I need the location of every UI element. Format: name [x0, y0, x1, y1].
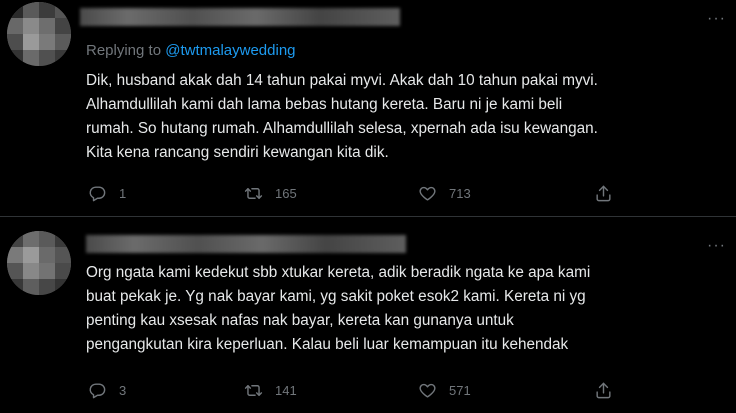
share-button[interactable]	[594, 184, 613, 203]
retweet-count: 141	[275, 383, 297, 398]
like-button[interactable]: 713	[418, 184, 471, 203]
tweet-text-line: Dik, husband akak dah 14 tahun pakai myv…	[86, 72, 598, 89]
retweet-button[interactable]: 141	[244, 381, 297, 400]
replying-to: Replying to @twtmalaywedding	[86, 42, 296, 59]
tweet-actions: 1 165 713	[86, 184, 626, 206]
avatar[interactable]	[7, 2, 71, 66]
tweet-text: Org ngata kami kedekut sbb xtukar kereta…	[86, 261, 726, 357]
reply-button[interactable]: 1	[88, 184, 126, 203]
tweet-text-line: pengangkutan kira keperluan. Kalau beli …	[86, 336, 569, 353]
reply-icon	[89, 186, 106, 202]
like-count: 571	[449, 383, 471, 398]
share-icon	[596, 382, 611, 399]
avatar[interactable]	[7, 231, 71, 295]
tweet-text-line: Alhamdullilah kami dah lama bebas hutang…	[86, 96, 563, 113]
tweet-text-line: Kita kena rancang sendiri kewangan kita …	[86, 144, 389, 161]
like-button[interactable]: 571	[418, 381, 471, 400]
replying-handle-link[interactable]: @twtmalaywedding	[165, 42, 295, 59]
tweet[interactable]: ··· Replying to @twtmalaywedding Dik, hu…	[0, 0, 736, 216]
tweet[interactable]: ··· Org ngata kami kedekut sbb xtukar ke…	[0, 217, 736, 413]
author-name-redacted[interactable]	[86, 235, 406, 253]
like-count: 713	[449, 186, 471, 201]
tweet-text-line: buat pekak je. Yg nak bayar kami, yg sak…	[86, 288, 586, 305]
tweet-actions: 3 141 571	[86, 381, 626, 403]
heart-icon	[419, 186, 436, 201]
more-icon[interactable]: ···	[707, 10, 726, 28]
tweet-text-line: penting kau xsesak nafas nak bayar, kere…	[86, 312, 514, 329]
share-button[interactable]	[594, 381, 613, 400]
tweet-text-line: Org ngata kami kedekut sbb xtukar kereta…	[86, 264, 591, 281]
more-icon[interactable]: ···	[707, 237, 726, 255]
retweet-button[interactable]: 165	[244, 184, 297, 203]
retweet-count: 165	[275, 186, 297, 201]
retweet-icon	[244, 188, 263, 199]
reply-icon	[89, 383, 106, 399]
replying-prefix: Replying to	[86, 42, 162, 59]
tweet-text-line: rumah. So hutang rumah. Alhamdullilah se…	[86, 120, 598, 137]
reply-button[interactable]: 3	[88, 381, 126, 400]
heart-icon	[419, 383, 436, 398]
tweet-text: Dik, husband akak dah 14 tahun pakai myv…	[86, 69, 726, 165]
author-name-redacted[interactable]	[80, 8, 400, 26]
share-icon	[596, 185, 611, 202]
retweet-icon	[244, 385, 263, 396]
reply-count: 3	[119, 383, 127, 398]
reply-count: 1	[119, 186, 127, 201]
